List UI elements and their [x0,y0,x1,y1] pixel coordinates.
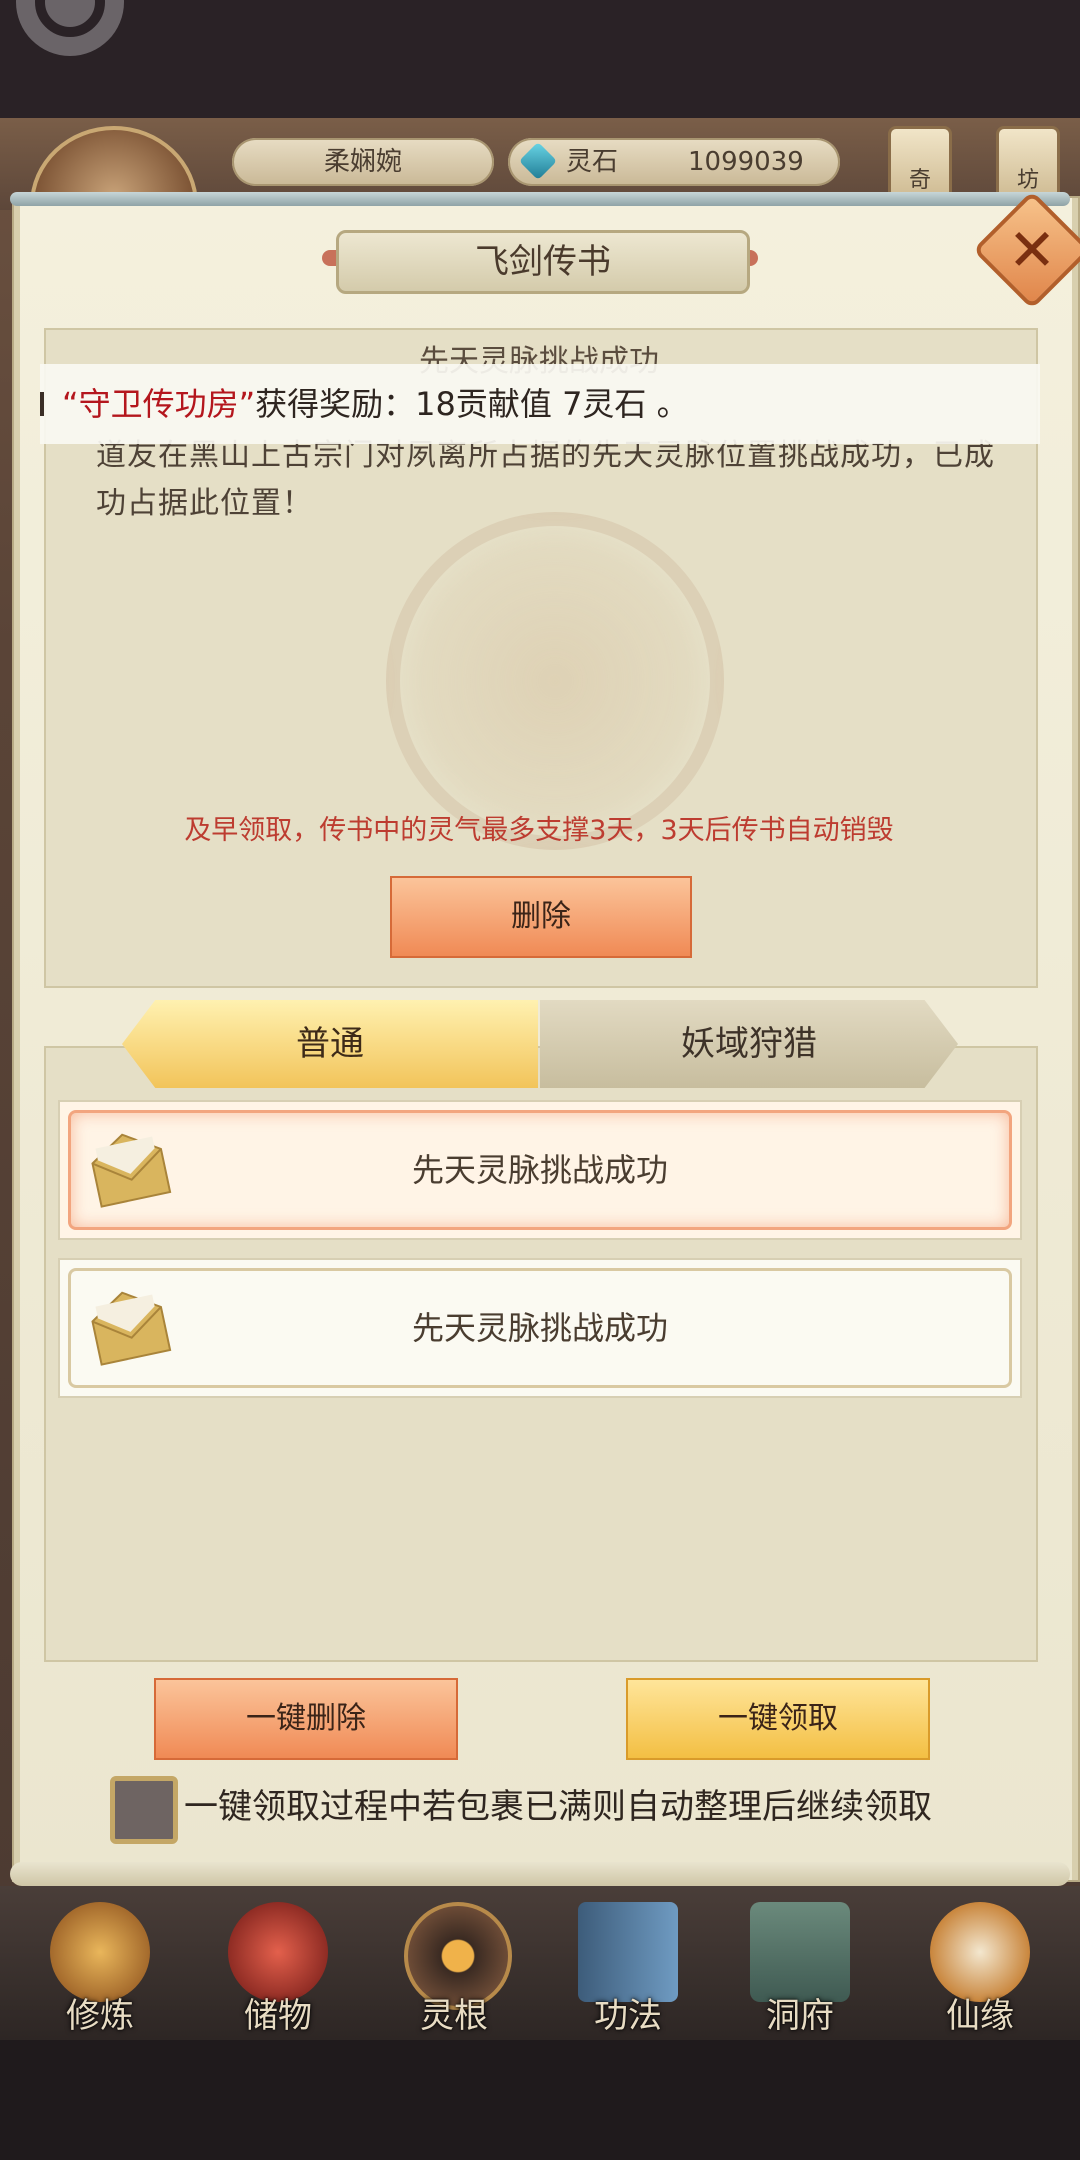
toast-marker [40,392,44,416]
player-name: 柔娴婉 [232,138,494,186]
technique-book-icon [578,1902,678,2002]
toast-message: “守卫传功房”获得奖励：18贡献值 7灵石 。 [62,364,689,444]
expire-note: 及早领取，传书中的灵气最多支撑3天，3天后传书自动销毁 [184,815,894,846]
scroll-rod-bottom [10,1862,1070,1886]
close-icon[interactable]: ✕ [990,208,1074,292]
auto-sort-checkbox[interactable] [110,1776,178,1844]
storage-bag-icon [228,1902,328,2002]
toast-text: 获得奖励：18贡献值 7灵石 。 [255,385,689,423]
status-bar [0,0,1080,118]
nav-cultivate[interactable]: 修炼 [20,1886,180,2040]
nav-immortal-fate[interactable]: 仙缘 [900,1886,1060,2040]
auto-sort-label: 一键领取过程中若包裹已满则自动整理后继续领取 [184,1787,932,1827]
scroll-rod-top [10,192,1070,206]
nav-storage[interactable]: 储物 [198,1886,358,2040]
tab-normal[interactable]: 普通 [122,1000,538,1088]
system-home-bar [0,2040,1080,2160]
delete-all-button[interactable]: 一键删除 [154,1678,458,1760]
nav-label: 储物 [244,1996,312,2036]
immortal-fate-icon [930,1902,1030,2002]
claim-all-button[interactable]: 一键领取 [626,1678,930,1760]
mail-item-label: 先天灵脉挑战成功 [411,1309,668,1347]
cultivate-icon [50,1902,150,2002]
nav-spirit-root[interactable]: 灵根 [374,1886,534,2040]
nav-label: 修炼 [66,1996,134,2036]
nav-technique[interactable]: 功法 [548,1886,708,2040]
mail-list-item[interactable]: 先天灵脉挑战成功 [58,1100,1022,1240]
mail-list-item[interactable]: 先天灵脉挑战成功 [58,1258,1022,1398]
mail-item-label: 先天灵脉挑战成功 [411,1151,668,1189]
refresh-icon [16,0,124,56]
nav-cave[interactable]: 洞府 [720,1886,880,2040]
spirit-stone-label: 灵石 [566,147,619,177]
cloud-emblem-watermark [386,512,724,850]
dialog-title: 飞剑传书 [336,230,750,294]
mail-body: 道友在黑山上古宗门对夙离所占据的先天灵脉位置挑战成功，已成功占据此位置！ [96,438,995,521]
nav-label: 功法 [594,1996,662,2036]
toast-highlight: “守卫传功房” [62,385,256,423]
tab-demon-hunt[interactable]: 妖域狩猎 [540,1000,958,1088]
spirit-stone-value: 1099039 [688,147,804,177]
nav-label: 洞府 [766,1996,834,2036]
nav-label: 仙缘 [946,1996,1014,2036]
nav-label: 灵根 [420,1996,488,2036]
delete-button[interactable]: 删除 [390,876,692,958]
cave-dwelling-icon [750,1902,850,2002]
